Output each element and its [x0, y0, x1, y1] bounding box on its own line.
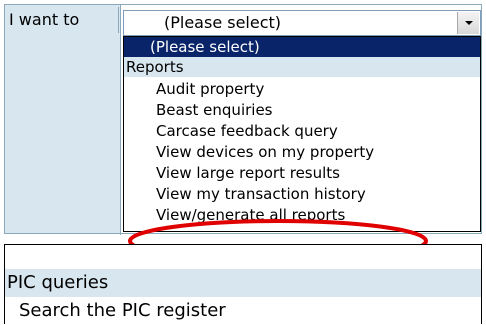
i-want-to-label: I want to [7, 7, 119, 33]
secondary-dropdown-panel: PIC queries Search the PIC register [4, 245, 482, 324]
option-audit-property[interactable]: Audit property [124, 79, 480, 99]
label-divider [120, 5, 121, 235]
dropdown-list[interactable]: (Please select) Reports Audit property B… [123, 36, 481, 232]
group-reports: Reports [124, 57, 480, 77]
option-carcase-feedback-query[interactable]: Carcase feedback query [124, 121, 480, 141]
option-view-generate-all-reports[interactable]: View/generate all reports [124, 205, 480, 225]
action-select[interactable]: (Please select) [123, 10, 481, 36]
option-view-devices[interactable]: View devices on my property [124, 142, 480, 162]
group-pic-queries: PIC queries [5, 269, 481, 297]
option-beast-enquiries[interactable]: Beast enquiries [124, 100, 480, 120]
dropdown-arrow-button[interactable] [457, 12, 479, 34]
option-please-select[interactable]: (Please select) [124, 37, 480, 58]
chevron-down-icon [464, 21, 473, 25]
option-view-transaction-history[interactable]: View my transaction history [124, 184, 480, 204]
select-value: (Please select) [164, 13, 282, 32]
option-search-pic-register[interactable]: Search the PIC register [5, 297, 481, 325]
option-view-large-report-results[interactable]: View large report results [124, 163, 480, 183]
